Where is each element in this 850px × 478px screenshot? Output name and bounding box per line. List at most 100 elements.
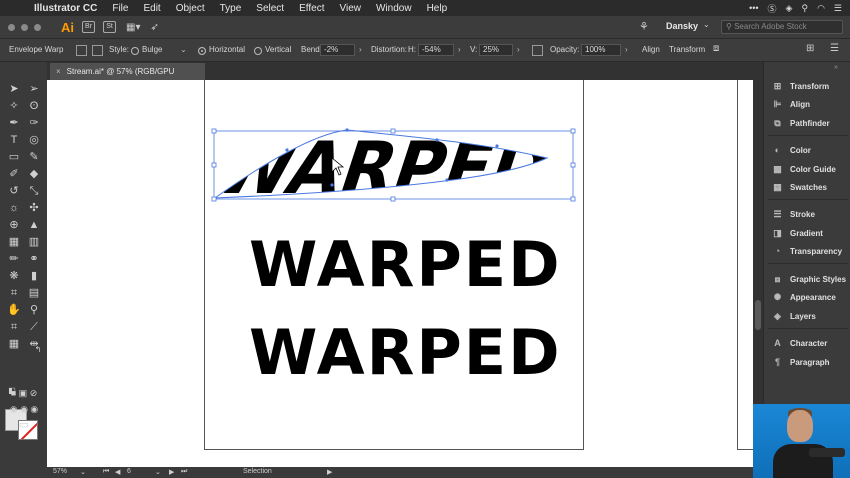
- bridge-button[interactable]: Br: [82, 21, 95, 33]
- grid-tool-icon[interactable]: ▦: [6, 337, 22, 351]
- rectangle-tool-icon[interactable]: ▭: [6, 150, 22, 164]
- shape-builder-tool-icon[interactable]: ⊕: [6, 218, 22, 232]
- envelope-options-icon[interactable]: [532, 45, 543, 56]
- workspace-switcher[interactable]: Dansky: [666, 21, 698, 31]
- vertical-distortion-field[interactable]: 25%: [479, 44, 513, 56]
- wifi-icon[interactable]: ◠: [817, 3, 825, 14]
- artboard-chevron-icon[interactable]: ⌄: [155, 468, 161, 476]
- learn-lightbulb-icon[interactable]: ⚘: [639, 20, 649, 33]
- panel-pathfinder[interactable]: ⧉ Pathfinder: [772, 116, 850, 130]
- minimize-window-button[interactable]: [21, 23, 28, 31]
- panel-transform[interactable]: ⊞ Transform: [772, 79, 850, 93]
- next-artboard-icon[interactable]: ▶: [169, 468, 174, 476]
- magic-wand-tool-icon[interactable]: ✧: [6, 99, 22, 113]
- h-slider-arrow-icon[interactable]: ›: [458, 45, 461, 54]
- document-tab[interactable]: ×Stream.ai* @ 57% (RGB/GPU Preview): [50, 63, 205, 93]
- skype-icon[interactable]: Ⓢ: [768, 2, 777, 15]
- panel-color[interactable]: ◐ Color: [772, 143, 850, 157]
- panel-appearance[interactable]: ✺ Appearance: [772, 290, 850, 304]
- selection-tool-icon[interactable]: ➤: [6, 82, 22, 96]
- chevron-down-icon[interactable]: ⌄: [703, 20, 710, 29]
- transform-link[interactable]: Transform: [669, 45, 705, 54]
- edit-envelope-icon[interactable]: [76, 45, 87, 56]
- arrange-documents-icon[interactable]: ▦▾: [126, 22, 140, 33]
- eraser-tool-icon[interactable]: ◆: [26, 167, 42, 181]
- opacity-label[interactable]: Opacity:: [550, 45, 579, 54]
- scale-tool-icon[interactable]: ⤡: [26, 184, 42, 198]
- panel-gradient[interactable]: ◨ Gradient: [772, 226, 850, 240]
- collapse-panels-icon[interactable]: »: [834, 64, 838, 71]
- opacity-field[interactable]: 100%: [581, 44, 621, 56]
- panel-swatches[interactable]: ▦ Swatches: [772, 180, 850, 194]
- app-menu[interactable]: Illustrator CC: [34, 3, 97, 14]
- vertical-label[interactable]: Vertical: [265, 45, 291, 54]
- swap-fill-stroke-icon[interactable]: ↰: [30, 343, 46, 357]
- first-artboard-icon[interactable]: ⏮: [103, 468, 109, 476]
- puppet-warp-tool-icon[interactable]: ✣: [26, 201, 42, 215]
- panel-transparency[interactable]: ◔ Transparency: [772, 244, 850, 258]
- symbol-sprayer-tool-icon[interactable]: ❋: [6, 269, 22, 283]
- horizontal-radio[interactable]: [198, 47, 206, 55]
- edit-contents-icon[interactable]: [92, 45, 103, 56]
- zoom-chevron-icon[interactable]: ⌄: [80, 468, 86, 476]
- close-window-button[interactable]: [8, 23, 15, 31]
- type-tool-icon[interactable]: T: [6, 133, 22, 147]
- panel-layers[interactable]: ◈ Layers: [772, 309, 850, 323]
- panel-character[interactable]: A Character: [772, 336, 850, 350]
- vertical-radio[interactable]: [254, 47, 262, 55]
- pen-tool-icon[interactable]: ✒: [6, 116, 22, 130]
- stock-button[interactable]: St: [103, 21, 116, 33]
- previous-artboard-icon[interactable]: ◀: [115, 468, 120, 476]
- column-graph-tool-icon[interactable]: ▮: [26, 269, 42, 283]
- screen-mode-icon[interactable]: ▭: [16, 418, 32, 432]
- notification-center-icon[interactable]: ☰: [834, 3, 842, 14]
- chevron-down-icon[interactable]: ⌄: [180, 45, 187, 54]
- canvas-pasteboard[interactable]: WARPED WARPED WARPED: [47, 80, 757, 467]
- horizontal-distortion-field[interactable]: -54%: [418, 44, 454, 56]
- panel-stroke[interactable]: ☰ Stroke: [772, 207, 850, 221]
- menu-window[interactable]: Window: [376, 3, 412, 14]
- menu-effect[interactable]: Effect: [299, 3, 324, 14]
- mesh-tool-icon[interactable]: ▦: [6, 235, 22, 249]
- panel-color-guide[interactable]: ▩ Color Guide: [772, 162, 850, 176]
- paintbrush-tool-icon[interactable]: ✎: [26, 150, 42, 164]
- artboard-number-field[interactable]: 6: [127, 468, 131, 475]
- panel-align[interactable]: ⊫ Align: [772, 97, 850, 111]
- color-mode-buttons[interactable]: ■ ▣ ⊘: [4, 386, 44, 400]
- zoom-tool-icon[interactable]: ⚲: [26, 303, 42, 317]
- spiral-tool-icon[interactable]: ◎: [26, 133, 42, 147]
- panel-menu-icon[interactable]: ☰: [830, 43, 839, 54]
- menu-help[interactable]: Help: [427, 3, 448, 14]
- arrange-icon[interactable]: ⊞: [806, 43, 814, 54]
- shaper-tool-icon[interactable]: ✐: [6, 167, 22, 181]
- zoom-level-field[interactable]: 57%: [53, 468, 67, 475]
- current-tool-status[interactable]: Selection: [243, 468, 272, 475]
- dropbox-icon[interactable]: ◈: [786, 3, 793, 14]
- zoom-window-button[interactable]: [34, 23, 41, 31]
- perspective-grid-tool-icon[interactable]: ▲: [26, 218, 42, 232]
- direct-selection-tool-icon[interactable]: ➢: [26, 82, 42, 96]
- warp-tool-icon[interactable]: ☼: [6, 201, 22, 215]
- gpu-performance-icon[interactable]: ➶: [150, 22, 158, 33]
- blend-tool-icon[interactable]: ⚭: [26, 252, 42, 266]
- horizontal-label[interactable]: Horizontal: [209, 45, 245, 54]
- style-dropdown[interactable]: Bulge: [142, 45, 162, 54]
- warped-text-copy-2[interactable]: WARPED: [249, 316, 562, 389]
- adobe-stock-search-input[interactable]: ⚲ Search Adobe Stock: [721, 20, 843, 34]
- crop-tool-icon[interactable]: ⌗: [6, 320, 22, 334]
- more-icon[interactable]: •••: [749, 3, 758, 13]
- align-link[interactable]: Align: [642, 45, 660, 54]
- slice-tool-icon[interactable]: ▤: [26, 286, 42, 300]
- drawing-modes[interactable]: ◉ ◉ ◉: [4, 402, 44, 416]
- search-icon[interactable]: ⚲: [801, 3, 808, 14]
- menu-edit[interactable]: Edit: [143, 3, 160, 14]
- status-menu-arrow-icon[interactable]: ▶: [327, 468, 332, 476]
- bend-field[interactable]: -2%: [320, 44, 355, 56]
- bend-slider-arrow-icon[interactable]: ›: [359, 45, 362, 54]
- v-slider-arrow-icon[interactable]: ›: [517, 45, 520, 54]
- opacity-slider-arrow-icon[interactable]: ›: [625, 45, 628, 54]
- lasso-tool-icon[interactable]: ʘ: [26, 99, 42, 113]
- rotate-tool-icon[interactable]: ↺: [6, 184, 22, 198]
- menu-view[interactable]: View: [339, 3, 361, 14]
- menu-file[interactable]: File: [112, 3, 128, 14]
